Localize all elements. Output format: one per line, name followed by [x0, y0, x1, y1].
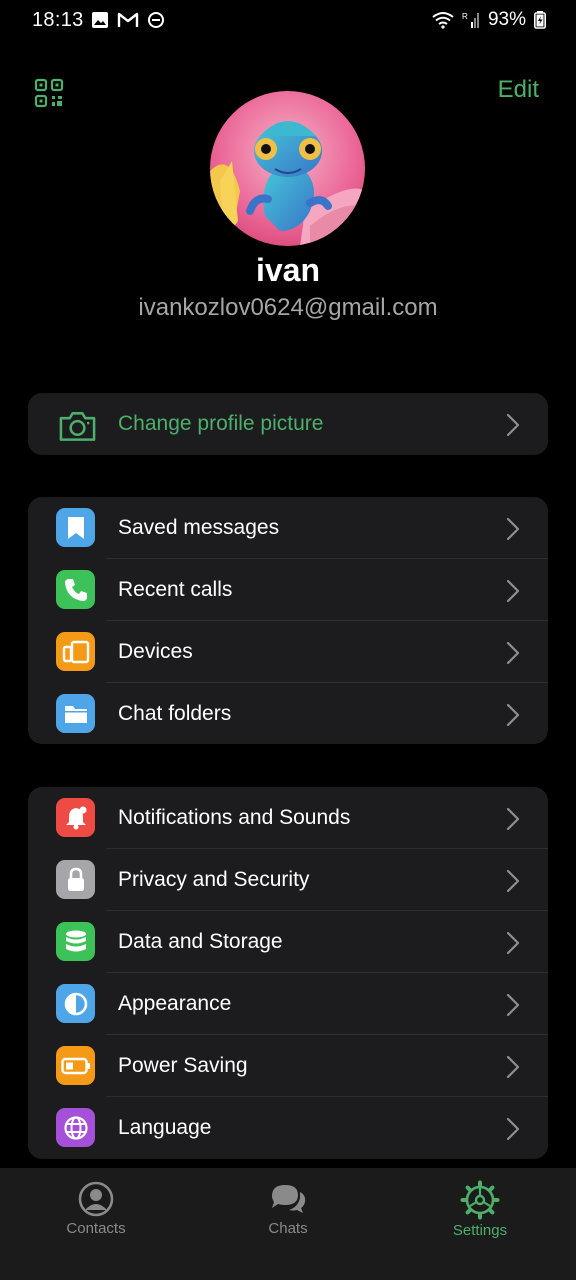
- settings-group-preferences: Notifications and Sounds Privacy and Sec…: [28, 787, 548, 1159]
- nav-settings-label: Settings: [452, 1222, 508, 1239]
- menu-item-saved-messages[interactable]: Saved messages: [28, 497, 548, 559]
- svg-text:R: R: [462, 12, 468, 21]
- chevron-right-icon: [506, 869, 520, 893]
- bell-icon: [56, 798, 95, 837]
- database-icon: [56, 922, 95, 961]
- change-profile-picture-button[interactable]: Change profile picture: [28, 393, 548, 455]
- menu-item-label: Data and Storage: [118, 930, 283, 953]
- avatar[interactable]: [210, 91, 365, 246]
- menu-item-label: Recent calls: [118, 578, 233, 601]
- battery-percent: 93%: [487, 9, 526, 30]
- menu-item-privacy[interactable]: Privacy and Security: [28, 849, 548, 911]
- chevron-right-icon: [506, 703, 520, 727]
- status-notification-icons: [91, 11, 165, 29]
- lock-icon: [56, 860, 95, 899]
- chevron-right-icon: [506, 579, 520, 603]
- menu-item-appearance[interactable]: Appearance: [28, 973, 548, 1035]
- camera-icon: [58, 406, 97, 445]
- chevron-right-icon: [506, 993, 520, 1017]
- gmail-icon: [117, 12, 139, 27]
- status-right: R 93%: [432, 9, 546, 31]
- menu-item-label: Chat folders: [118, 702, 232, 725]
- menu-item-devices[interactable]: Devices: [28, 621, 548, 683]
- battery-icon: [534, 11, 546, 29]
- nav-contacts[interactable]: Contacts: [36, 1180, 156, 1237]
- wifi-icon: [432, 12, 454, 29]
- nav-contacts-label: Contacts: [66, 1220, 126, 1237]
- contacts-icon: [78, 1181, 114, 1217]
- signal-icon: R: [462, 12, 479, 28]
- dnd-icon: [148, 12, 164, 28]
- chameleon-avatar-image: [210, 91, 365, 246]
- menu-item-data-storage[interactable]: Data and Storage: [28, 911, 548, 973]
- folder-icon: [56, 694, 95, 733]
- battery-saver-icon: [56, 1046, 95, 1085]
- menu-item-notifications[interactable]: Notifications and Sounds: [28, 787, 548, 849]
- profile-name: ivan: [255, 252, 321, 288]
- nav-chats[interactable]: Chats: [228, 1180, 348, 1237]
- settings-group-main: Saved messages Recent calls Devices Chat…: [28, 497, 548, 744]
- change-profile-picture-card: Change profile picture: [28, 393, 548, 455]
- edit-button[interactable]: Edit: [498, 76, 539, 104]
- bottom-navigation: Contacts Chats Settings: [0, 1168, 576, 1280]
- image-icon: [92, 12, 108, 28]
- chevron-right-icon: [506, 641, 520, 665]
- menu-item-label: Privacy and Security: [118, 868, 310, 891]
- qr-code-icon: [34, 78, 64, 108]
- chevron-right-icon: [506, 1055, 520, 1079]
- settings-gear-icon: [460, 1180, 500, 1220]
- nav-chats-label: Chats: [268, 1220, 308, 1237]
- chevron-right-icon: [506, 931, 520, 955]
- devices-icon: [56, 632, 95, 671]
- globe-icon: [56, 1108, 95, 1147]
- chevron-right-icon: [506, 1117, 520, 1141]
- phone-icon: [56, 570, 95, 609]
- chevron-right-icon: [506, 413, 520, 437]
- menu-item-label: Appearance: [118, 992, 232, 1015]
- menu-item-label: Saved messages: [118, 516, 280, 539]
- menu-item-language[interactable]: Language: [28, 1097, 548, 1159]
- nav-settings[interactable]: Settings: [420, 1180, 540, 1239]
- profile-email: ivankozlov0624@gmail.com: [138, 294, 438, 321]
- menu-item-label: Notifications and Sounds: [118, 806, 351, 829]
- qr-code-button[interactable]: [34, 78, 64, 108]
- menu-item-label: Language: [118, 1116, 212, 1139]
- menu-item-power-saving[interactable]: Power Saving: [28, 1035, 548, 1097]
- chats-icon: [272, 1185, 306, 1213]
- chevron-right-icon: [506, 517, 520, 541]
- bookmark-icon: [56, 508, 95, 547]
- menu-item-label: Devices: [118, 640, 193, 663]
- contrast-icon: [56, 984, 95, 1023]
- chevron-right-icon: [506, 807, 520, 831]
- change-profile-picture-label: Change profile picture: [118, 412, 324, 435]
- status-bar: 18:13 R 93%: [0, 0, 576, 42]
- menu-item-chat-folders[interactable]: Chat folders: [28, 683, 548, 744]
- menu-item-recent-calls[interactable]: Recent calls: [28, 559, 548, 621]
- menu-item-label: Power Saving: [118, 1054, 248, 1077]
- status-time: 18:13: [32, 9, 84, 31]
